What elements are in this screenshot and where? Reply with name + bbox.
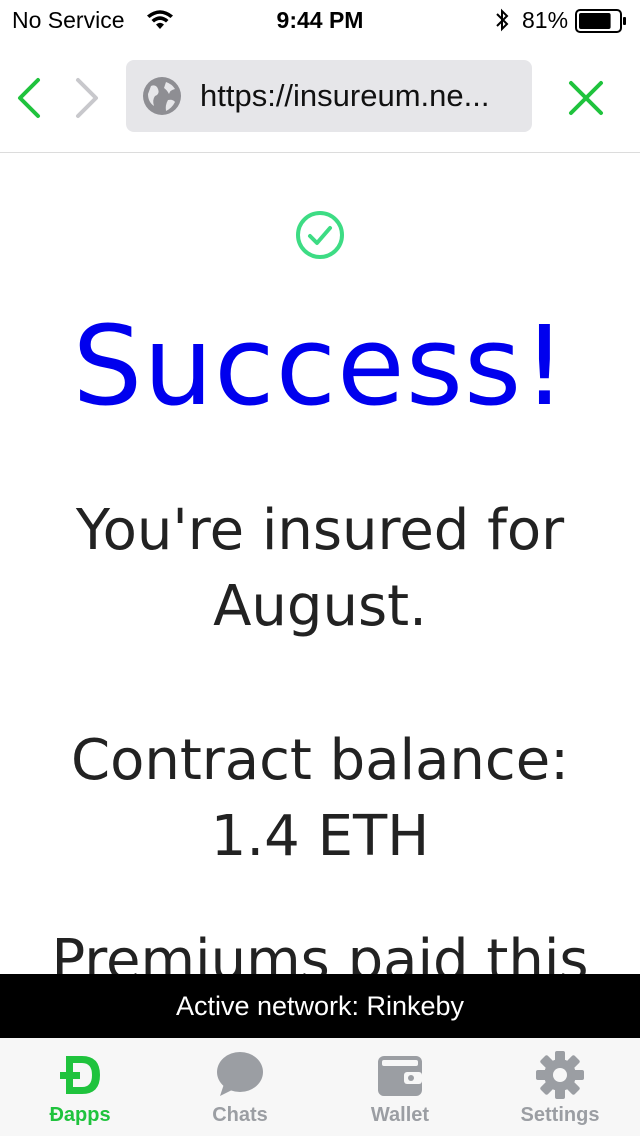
url-text: https://insureum.ne...: [200, 78, 490, 113]
tab-label-wallet: Wallet: [370, 1104, 430, 1126]
tab-label-settings: Settings: [520, 1104, 600, 1126]
tab-wallet[interactable]: Wallet: [320, 1038, 480, 1136]
chat-bubble-icon: [217, 1052, 263, 1096]
tab-bar: Ðapps Chats Wallet Settings: [0, 1038, 640, 1136]
gear-icon: [536, 1051, 584, 1099]
insured-message: You're insured for August.: [75, 498, 565, 639]
url-field[interactable]: https://insureum.ne...: [126, 60, 532, 132]
tab-settings[interactable]: Settings: [480, 1038, 640, 1136]
tab-chats[interactable]: Chats: [160, 1038, 320, 1136]
battery-percent: 81%: [522, 7, 569, 33]
wallet-icon: [378, 1056, 422, 1096]
status-bar: No Service 9:44 PM 81%: [0, 0, 640, 40]
tab-label-dapps: Ðapps: [49, 1104, 111, 1126]
bluetooth-icon: [496, 8, 509, 32]
globe-icon: [143, 77, 181, 115]
battery-icon: [575, 9, 626, 33]
premiums-message: Premiums paid this: [51, 928, 589, 974]
contract-balance-message: Contract balance: 1.4 ETH: [70, 728, 570, 869]
back-chevron-icon[interactable]: [12, 76, 46, 120]
close-icon[interactable]: [564, 76, 608, 120]
forward-chevron-icon[interactable]: [70, 76, 104, 120]
check-circle-icon: [296, 211, 344, 259]
tab-label-chats: Chats: [212, 1104, 268, 1126]
active-network-banner: Active network: Rinkeby: [0, 974, 640, 1038]
tab-dapps[interactable]: Ðapps: [0, 1038, 160, 1136]
browser-toolbar: https://insureum.ne...: [0, 40, 640, 153]
success-heading: Success!: [72, 302, 568, 430]
dapps-icon: [60, 1056, 100, 1094]
web-content: Success! You're insured for August. Cont…: [0, 153, 640, 974]
